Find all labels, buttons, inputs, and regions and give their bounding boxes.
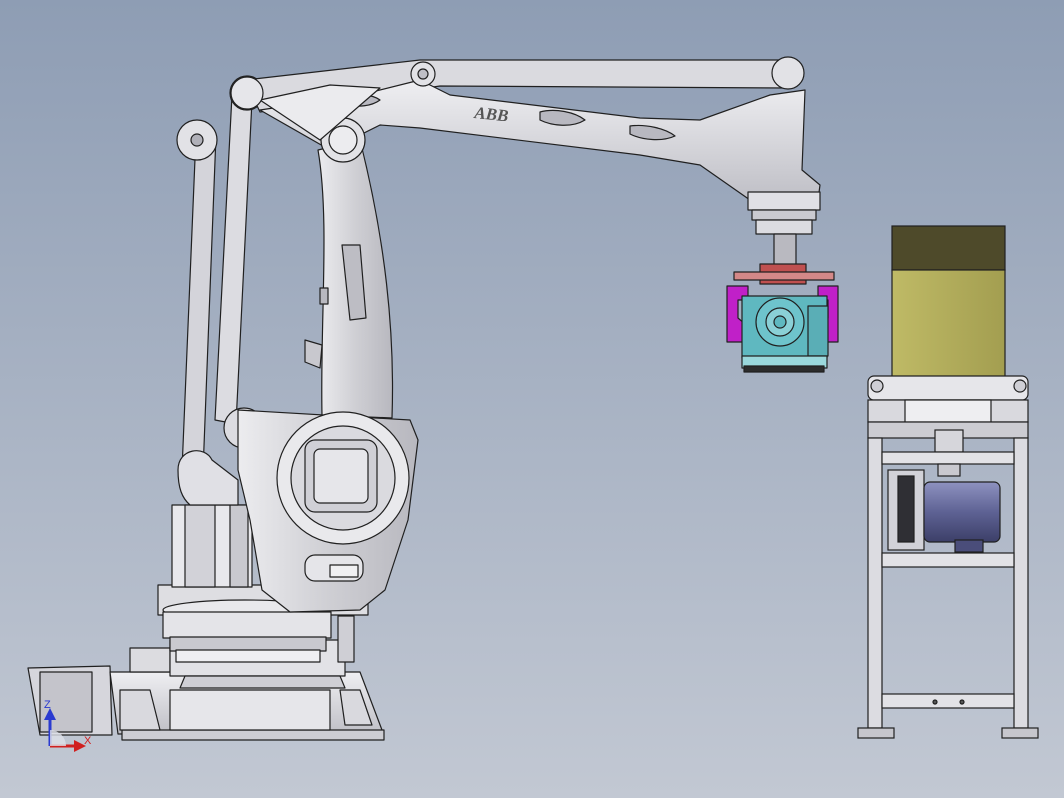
x-axis-label: X: [84, 735, 92, 747]
base-motor-housing: [171, 504, 253, 588]
product-bag: [891, 225, 1006, 383]
cad-viewport[interactable]: ABB Z X: [0, 0, 1064, 798]
z-axis-label: Z: [44, 699, 51, 711]
cad-scene: ABB Z X: [0, 0, 1064, 798]
abb-logo: ABB: [473, 103, 510, 126]
gripper-assembly: [726, 263, 839, 373]
